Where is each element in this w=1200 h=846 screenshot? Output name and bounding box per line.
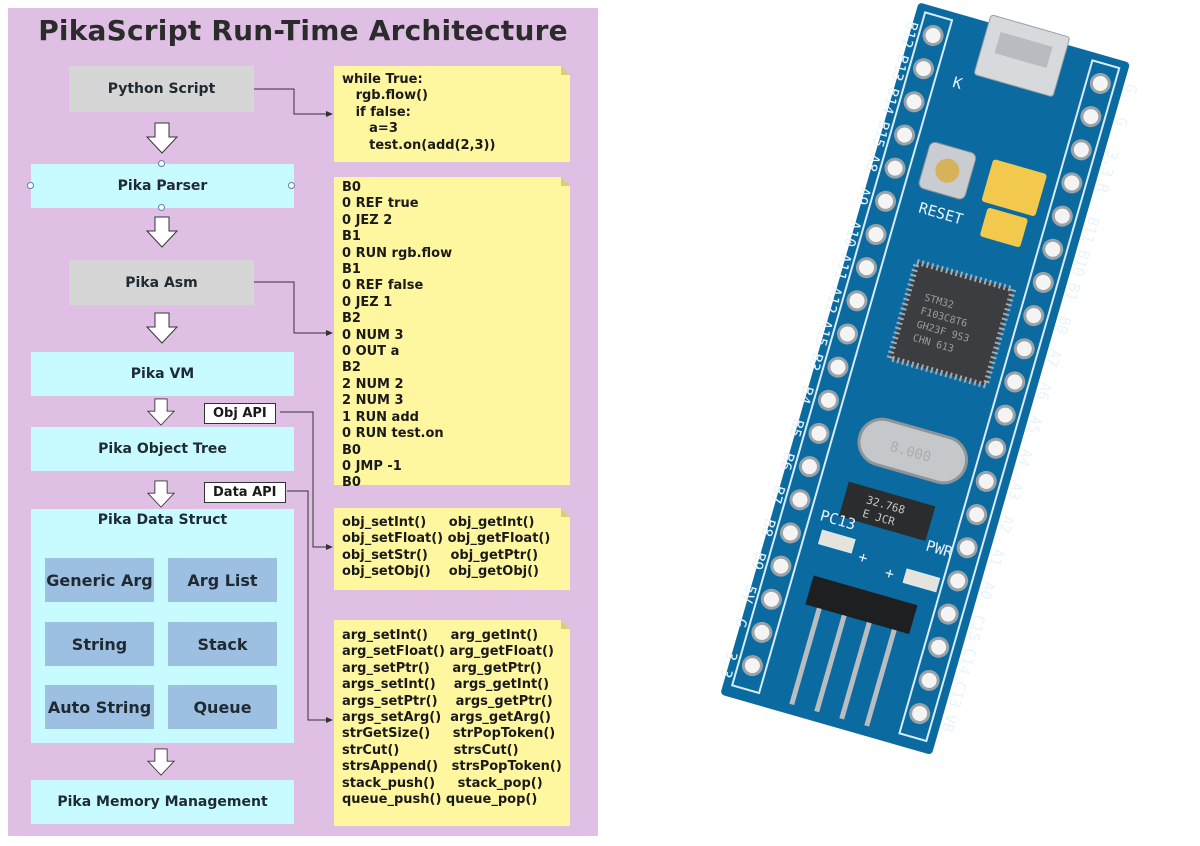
- pin-label: B4: [795, 384, 817, 406]
- connector-lines: [254, 88, 333, 723]
- pin-label: 5V: [738, 583, 760, 605]
- pin-label: R: [1092, 181, 1112, 196]
- connector-obj-api: [280, 411, 333, 550]
- pin-label: G: [1121, 82, 1141, 96]
- architecture-diagram: PikaScript Run-Time Architecture Python …: [8, 8, 598, 836]
- pin-label: G: [1112, 115, 1132, 129]
- pin-label: B7: [766, 483, 788, 505]
- pin-label: B5: [785, 417, 807, 439]
- stm32-board-photo: B12 B13 B14 B15 A8 A9 A10 A11 A12 A15 B3 B4 B5 B6 B7 B8…: [640, 0, 1200, 842]
- pin-label: B8: [757, 516, 779, 538]
- pin-label: B6: [776, 450, 798, 472]
- connector-asm-to-code: [254, 281, 333, 336]
- pin-label: B3: [804, 351, 826, 373]
- pin-label: B9: [747, 550, 769, 572]
- connector-python-to-code: [254, 88, 333, 117]
- board-illustration: B12B13B14B15A8A9A10A11A12A15B3B4B5B6B7B8…: [716, 3, 1141, 755]
- connector-data-api: [287, 490, 333, 723]
- pin-label: A9: [852, 185, 874, 207]
- pin-label: A8: [862, 152, 884, 174]
